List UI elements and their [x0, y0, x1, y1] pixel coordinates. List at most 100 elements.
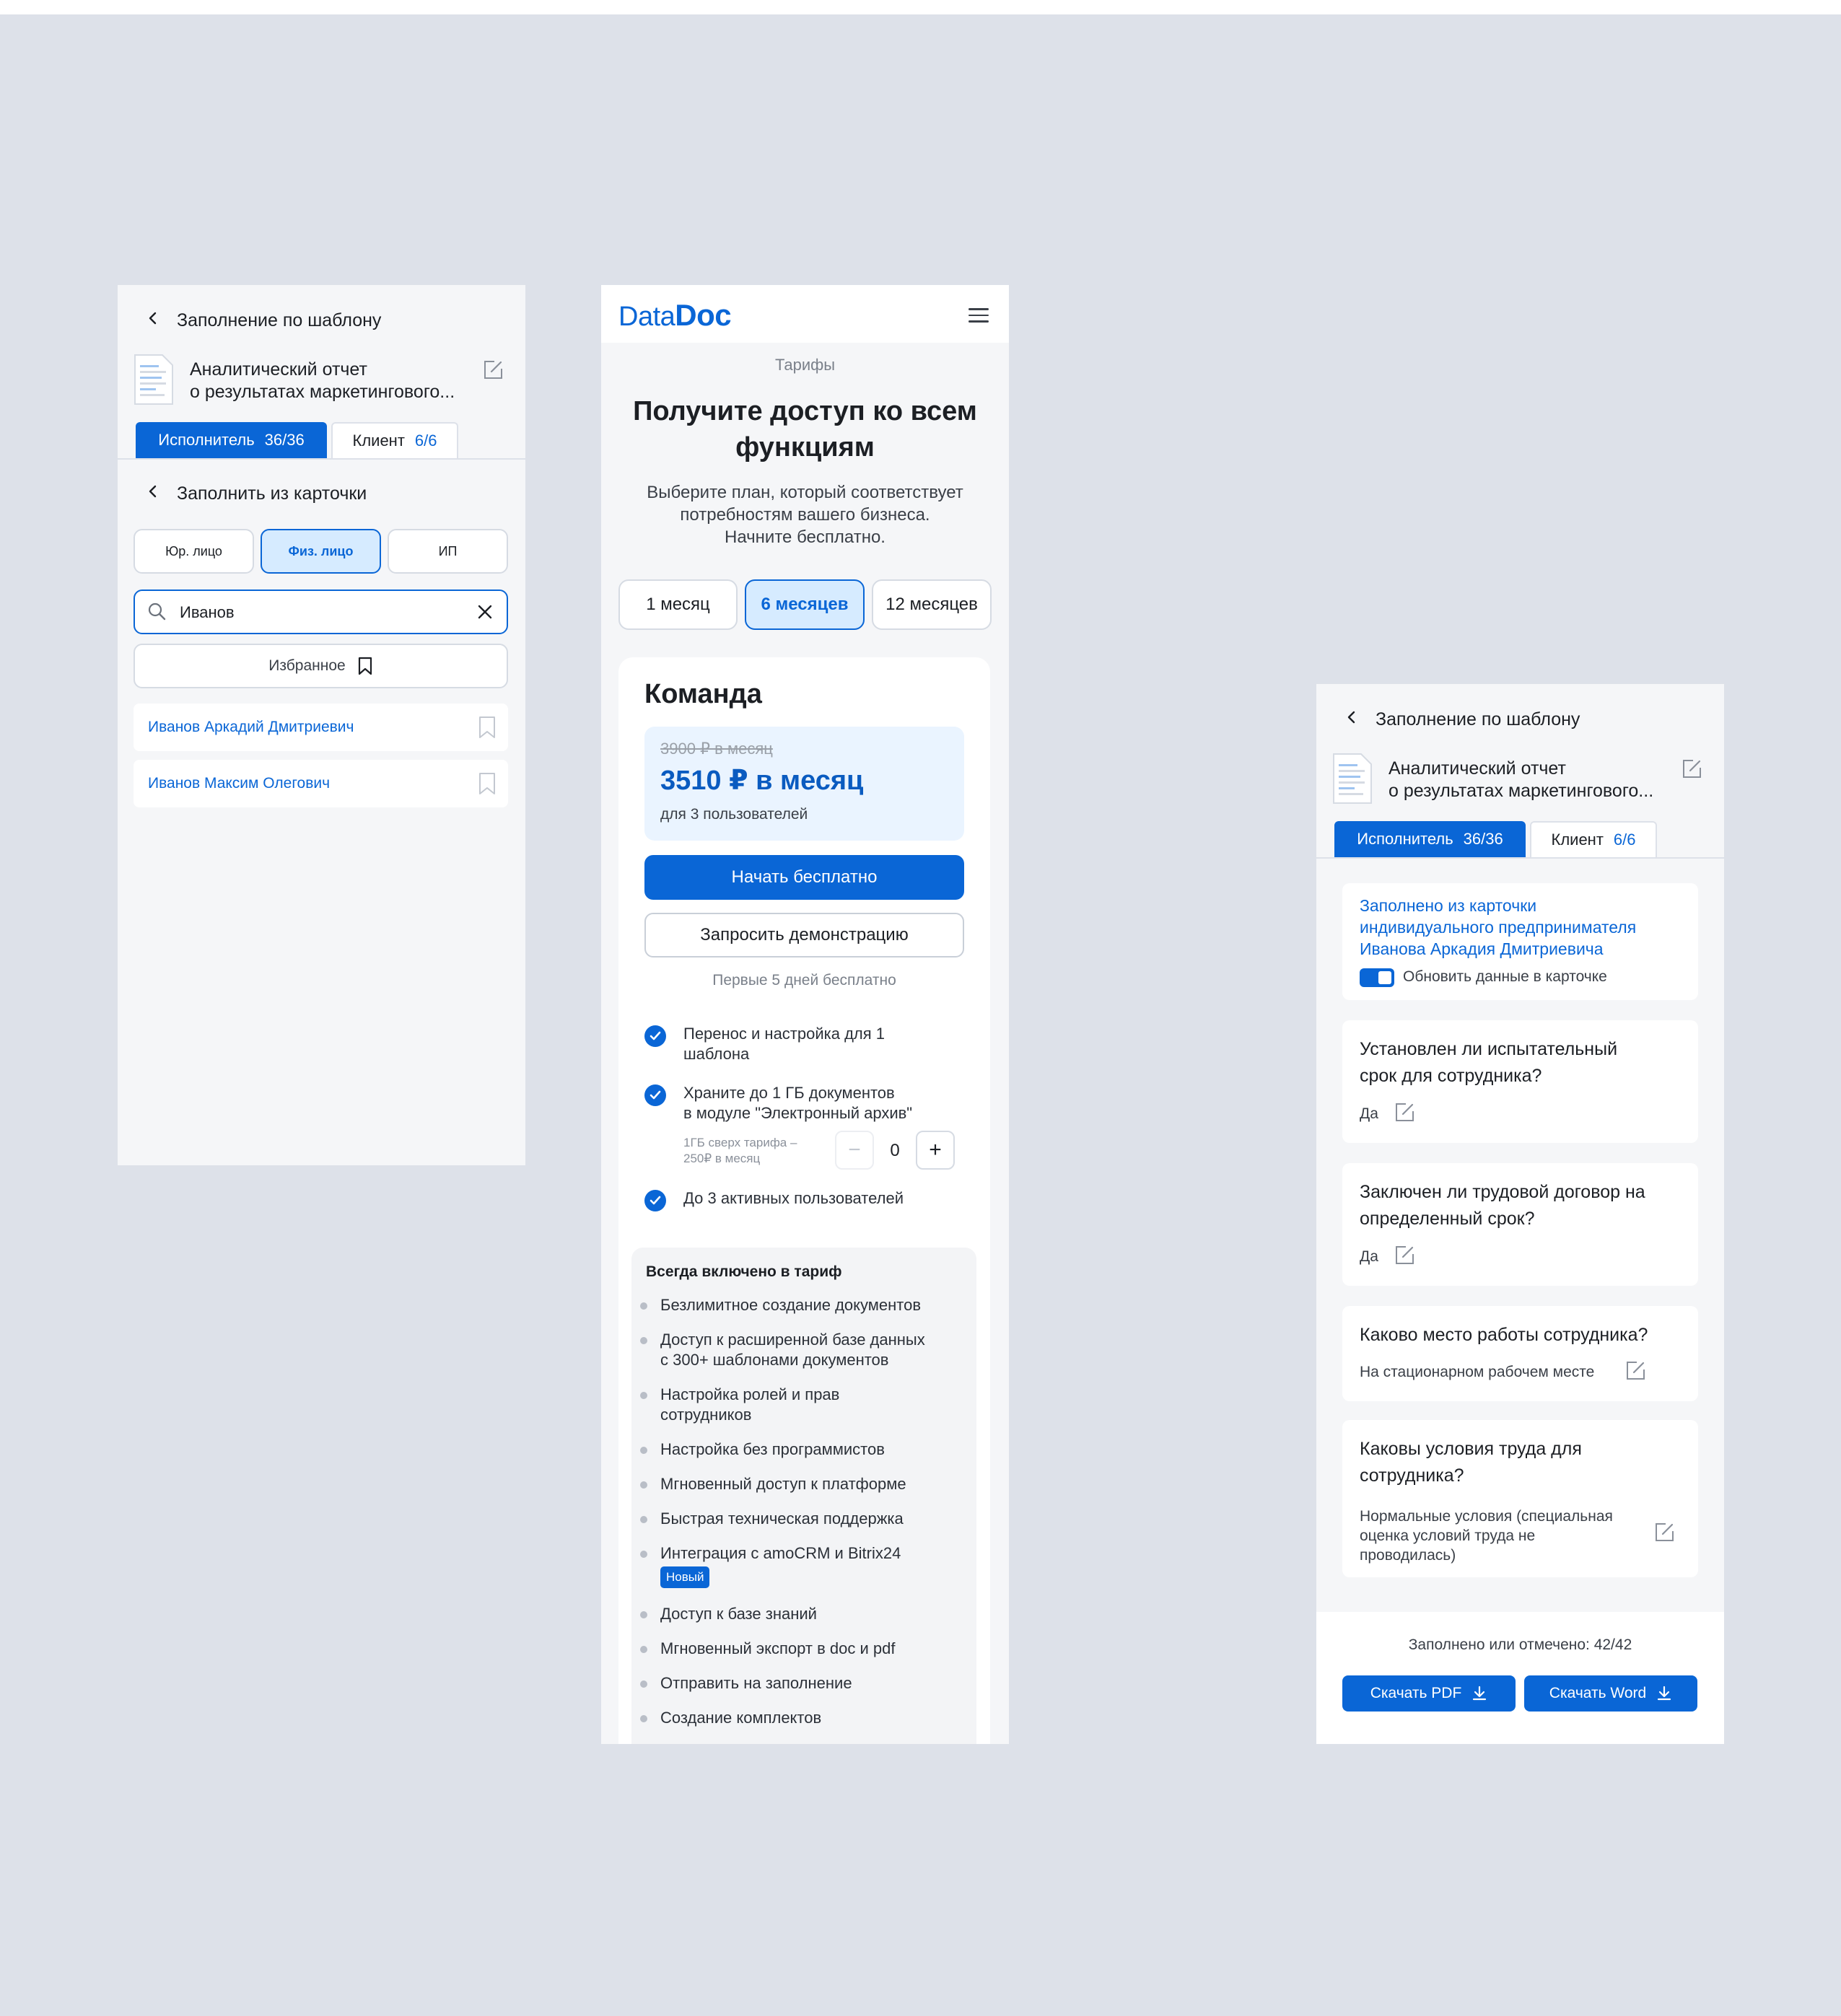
- download-icon: [1658, 1686, 1671, 1701]
- top-strip: [0, 0, 1841, 14]
- price-box: 3900 ₽ в месяц 3510 ₽ в месяц для 3 поль…: [644, 727, 964, 841]
- tab-performer-count: 36/36: [264, 431, 305, 449]
- extra-storage-note: 1ГБ сверх тарифа –250₽ в месяц: [683, 1136, 797, 1165]
- list-item: Настройка без программистов: [640, 1440, 885, 1458]
- chevron-left-icon[interactable]: [143, 308, 163, 328]
- answer-text: На стационарном рабочем месте: [1360, 1364, 1595, 1380]
- page-title-line2: функциям: [735, 432, 875, 463]
- filled-from-card-notice: Заполнено из карточки индивидуального пре…: [1342, 883, 1698, 1000]
- search-box: [134, 590, 508, 634]
- question-text: Каково место работы сотрудника?: [1360, 1325, 1648, 1345]
- list-item: Создание комплектов: [639, 1709, 822, 1727]
- segment-legal-entity[interactable]: Юр. лицо: [134, 529, 254, 574]
- new-badge: Новый: [660, 1566, 710, 1588]
- tab-performer[interactable]: Исполнитель 36/36: [1334, 821, 1526, 857]
- segment-entrepreneur[interactable]: ИП: [388, 529, 508, 574]
- update-card-toggle[interactable]: [1360, 968, 1394, 987]
- download-word-button[interactable]: Скачать Word: [1524, 1675, 1697, 1712]
- panel-template-answers: Заполнение по шаблону Аналитический отче…: [1316, 684, 1724, 1744]
- close-icon[interactable]: [475, 602, 495, 622]
- tab-client-label: Клиент: [1551, 830, 1604, 849]
- feature-text: До 3 активных пользователей: [683, 1189, 904, 1207]
- tab-performer[interactable]: Исполнитель 36/36: [136, 422, 327, 458]
- list-item: Доступ к расширенной базе данных с 300+ ш…: [640, 1331, 925, 1369]
- menu-icon[interactable]: [968, 308, 989, 323]
- edit-icon[interactable]: [1680, 758, 1703, 781]
- person-name: Иванов Аркадий Дмитриевич: [148, 719, 354, 735]
- download-pdf-button[interactable]: Скачать PDF: [1342, 1675, 1516, 1712]
- answer-text: Да: [1360, 1105, 1378, 1122]
- list-item: Мгновенный доступ к платформе: [640, 1475, 906, 1493]
- list-item: Настройка ролей и прав сотрудников: [639, 1385, 840, 1424]
- subheader: Заполнить из карточки: [177, 483, 367, 504]
- document-title-line2: о результатах маркетингового...: [190, 382, 455, 402]
- stepper-minus-button[interactable]: −: [835, 1131, 874, 1170]
- plan-card: Команда 3900 ₽ в месяц 3510 ₽ в месяц дл…: [618, 657, 990, 1744]
- edit-icon[interactable]: [1393, 1244, 1416, 1267]
- feature-text: Храните до 1 ГБ документов в модуле "Элек…: [683, 1084, 913, 1122]
- list-item: Интеграция с amoCRM и Bitrix24 Новый: [639, 1543, 901, 1588]
- edit-icon[interactable]: [1624, 1359, 1647, 1382]
- feature-text: Перенос и настройка для 1 шаблона: [683, 1025, 885, 1063]
- tab-client-count: 6/6: [1613, 830, 1636, 849]
- tab-divider: [118, 458, 525, 460]
- search-input[interactable]: [178, 601, 455, 624]
- list-item: Доступ к базе знаний: [640, 1605, 817, 1623]
- answer-text: Нормальные условия (специальная оценка ус…: [1360, 1508, 1613, 1564]
- chevron-left-icon[interactable]: [1342, 707, 1362, 727]
- chevron-left-icon[interactable]: [143, 481, 163, 501]
- favorites-button[interactable]: Избранное: [134, 644, 508, 688]
- tab-client[interactable]: Клиент 6/6: [331, 422, 458, 458]
- app-header: DataDoc: [601, 285, 1009, 343]
- document-title-line1: Аналитический отчет: [190, 359, 367, 380]
- page-title: Заполнение по шаблону: [1376, 709, 1580, 729]
- bookmark-icon: [358, 657, 372, 675]
- question-card: Установлен ли испытательный срок для сотр…: [1342, 1020, 1698, 1143]
- start-free-button[interactable]: Начать бесплатно: [644, 855, 964, 900]
- list-item: Мгновенный экспорт в doc и pdf: [639, 1639, 896, 1657]
- breadcrumb: Тарифы: [774, 356, 836, 374]
- segment-individual[interactable]: Физ. лицо: [261, 529, 381, 574]
- logo[interactable]: DataDoc: [618, 298, 732, 333]
- person-name: Иванов Максим Олегович: [148, 775, 331, 792]
- page-title-line1: Получите доступ ко всем: [633, 396, 977, 426]
- tab-performer-label: Исполнитель: [1357, 830, 1453, 848]
- plan-name: Команда: [644, 679, 762, 709]
- bookmark-icon[interactable]: [478, 715, 497, 740]
- question-text: Каковы условия труда для сотрудника?: [1360, 1439, 1582, 1486]
- edit-icon[interactable]: [1653, 1521, 1676, 1544]
- document-title-line1: Аналитический отчет: [1389, 758, 1566, 779]
- period-12-months[interactable]: 12 месяцев: [872, 579, 992, 630]
- question-text: Заключен ли трудовой договор на определен…: [1360, 1182, 1645, 1229]
- stepper-plus-button[interactable]: +: [916, 1131, 955, 1170]
- download-word-label: Скачать Word: [1549, 1685, 1647, 1701]
- period-1-month[interactable]: 1 месяц: [618, 579, 738, 630]
- footer-actions: Заполнено или отмечено: 42/42 Скачать PD…: [1316, 1612, 1724, 1744]
- filled-from-card-text[interactable]: Заполнено из карточки индивидуального пре…: [1360, 895, 1636, 960]
- download-icon: [1473, 1686, 1487, 1701]
- edit-icon[interactable]: [1393, 1101, 1416, 1124]
- panel-pricing: DataDoc Тарифы Получите доступ ко всем ф…: [601, 285, 1009, 1744]
- tab-client-count: 6/6: [414, 431, 437, 450]
- included-title: Всегда включено в тариф: [646, 1263, 842, 1280]
- panel-fill-from-card: Заполнение по шаблону Аналитический отче…: [118, 285, 525, 1165]
- question-card: Каково место работы сотрудника? На стаци…: [1342, 1306, 1698, 1401]
- edit-icon[interactable]: [481, 359, 504, 382]
- favorites-label: Избранное: [268, 657, 346, 674]
- tab-client[interactable]: Клиент 6/6: [1530, 821, 1657, 857]
- document-title: Аналитический отчет о результатах маркет…: [190, 359, 455, 403]
- price: 3510 ₽ в месяц: [660, 766, 864, 796]
- list-item[interactable]: Иванов Максим Олегович: [134, 760, 508, 807]
- question-card: Каковы условия труда для сотрудника? Норм…: [1342, 1420, 1698, 1577]
- logo-part-a: Data: [618, 302, 675, 332]
- page-subtitle: Выберите план, который соответствует пот…: [601, 481, 1009, 548]
- list-item: Безлимитное создание документов: [639, 1296, 922, 1314]
- old-price: 3900 ₽ в месяц: [660, 740, 773, 758]
- request-demo-button[interactable]: Запросить демонстрацию: [644, 913, 964, 957]
- tab-performer-count: 36/36: [1463, 830, 1503, 848]
- list-item[interactable]: Иванов Аркадий Дмитриевич: [134, 704, 508, 751]
- check-icon: [644, 1025, 666, 1047]
- answer-text: Да: [1360, 1248, 1378, 1265]
- bookmark-icon[interactable]: [478, 771, 497, 796]
- period-6-months[interactable]: 6 месяцев: [745, 579, 865, 630]
